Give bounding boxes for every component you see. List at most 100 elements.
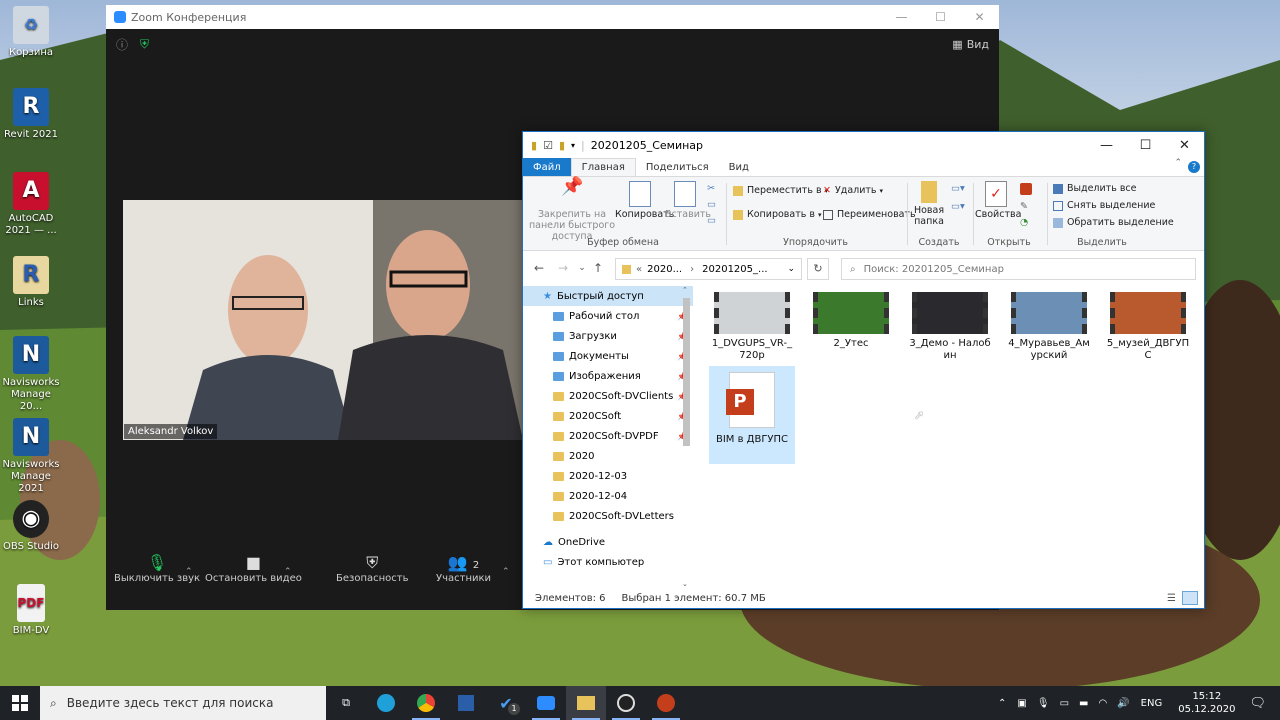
desktop-icon-navisworks-2[interactable]: N Navisworks Manage 2021: [2, 418, 60, 495]
breadcrumb-item[interactable]: 2020...: [647, 264, 682, 275]
rename-button[interactable]: Переименовать: [823, 209, 916, 220]
video-options-chevron-icon[interactable]: ⌃: [284, 567, 292, 577]
properties-button[interactable]: ✓ Свойства: [975, 181, 1021, 220]
paste-button[interactable]: Вставить: [665, 181, 711, 220]
minimize-button[interactable]: —: [882, 5, 921, 29]
desktop-icon-links[interactable]: R Links: [2, 256, 60, 309]
explorer-close-button[interactable]: ✕: [1165, 132, 1204, 158]
show-hidden-icons-icon[interactable]: ⌃: [998, 698, 1006, 709]
copy-button[interactable]: Копировать: [615, 181, 674, 220]
up-arrow-icon[interactable]: ↑: [589, 261, 607, 275]
desktop-icon-obs[interactable]: ◉ OBS Studio: [2, 500, 60, 553]
large-icons-view-icon[interactable]: [1182, 591, 1198, 605]
nav-item[interactable]: 2020CSoft-DVLetters: [523, 506, 693, 526]
desktop-icon-navisworks-1[interactable]: N Navisworks Manage 20...: [2, 336, 60, 413]
battery-icon[interactable]: ▬: [1079, 698, 1088, 709]
close-button[interactable]: ✕: [960, 5, 999, 29]
security-button[interactable]: ⛨ Безопасность: [336, 553, 409, 584]
tab-share[interactable]: Поделиться: [636, 158, 719, 176]
tab-view[interactable]: Вид: [719, 158, 759, 176]
desktop-icon-revit[interactable]: R Revit 2021: [2, 88, 60, 141]
explorer-minimize-button[interactable]: —: [1087, 132, 1126, 158]
participants-options-chevron-icon[interactable]: ⌃: [502, 567, 510, 577]
new-item-icon[interactable]: ▭▾: [951, 183, 965, 194]
forward-arrow-icon[interactable]: →: [551, 261, 575, 275]
todo-button[interactable]: ✔ 1: [486, 686, 526, 720]
file-item-video[interactable]: 5_музей_ДВГУПС: [1105, 286, 1191, 362]
tab-home[interactable]: Главная: [570, 158, 636, 176]
zoom-button[interactable]: [526, 686, 566, 720]
task-view-button[interactable]: ⧉: [326, 686, 366, 720]
refresh-button[interactable]: ↻: [807, 258, 829, 280]
explorer-maximize-button[interactable]: ☐: [1126, 132, 1165, 158]
nav-item[interactable]: 2020-12-04: [523, 486, 693, 506]
nav-item[interactable]: 2020: [523, 446, 693, 466]
open-with-powerpoint-icon[interactable]: [1020, 183, 1032, 195]
desktop-icon-bim-dv[interactable]: PDF BIM-DV: [2, 584, 60, 637]
notifications-icon[interactable]: 🗨: [1249, 696, 1266, 711]
paste-shortcut-icon[interactable]: ▭: [707, 215, 716, 226]
new-folder-button[interactable]: Новая папка: [911, 181, 947, 227]
language-indicator[interactable]: ENG: [1141, 698, 1163, 709]
participant-video[interactable]: Aleksandr Volkov: [123, 200, 523, 440]
properties-quick-icon[interactable]: ☑: [543, 139, 553, 152]
search-input[interactable]: ⌕ Поиск: 20201205_Семинар: [841, 258, 1196, 280]
audio-options-chevron-icon[interactable]: ⌃: [185, 567, 193, 577]
info-icon[interactable]: ⓘ: [116, 36, 128, 53]
easy-access-icon[interactable]: ▭▾: [951, 201, 965, 212]
tab-file[interactable]: Файл: [523, 158, 571, 176]
file-item-video[interactable]: 2_Утес: [808, 286, 894, 350]
powerpoint-button[interactable]: [646, 686, 686, 720]
pin-quick-access-button[interactable]: 📌 Закрепить на панели быстрого доступа: [527, 178, 617, 243]
nav-item[interactable]: ☁ OneDrive: [523, 532, 693, 552]
app-button[interactable]: [446, 686, 486, 720]
invert-selection-button[interactable]: Обратить выделение: [1053, 217, 1174, 228]
file-item-presentation[interactable]: P BIM в ДВГУПС: [709, 366, 795, 464]
cut-icon[interactable]: ✂: [707, 183, 715, 194]
chrome-button[interactable]: [406, 686, 446, 720]
display-icon[interactable]: ▭: [1060, 698, 1069, 709]
nav-item[interactable]: ★ Быстрый доступ: [523, 286, 693, 306]
file-item-video[interactable]: 1_DVGUPS_VR-_720p: [709, 286, 795, 362]
edit-icon[interactable]: ✎: [1020, 201, 1028, 212]
wifi-icon[interactable]: ◠: [1098, 698, 1107, 709]
desktop-icon-autocad[interactable]: A AutoCAD 2021 — ...: [2, 172, 60, 237]
obs-button[interactable]: [606, 686, 646, 720]
nav-item[interactable]: 2020-12-03: [523, 466, 693, 486]
quick-access-dropdown-icon[interactable]: ▾: [571, 141, 575, 150]
back-arrow-icon[interactable]: ←: [527, 261, 551, 275]
nav-item[interactable]: 2020CSoft-DVClients📌: [523, 386, 693, 406]
file-item-video[interactable]: 4_Муравьев_Амурский: [1006, 286, 1092, 362]
nav-scrollbar[interactable]: ⌃ ⌄: [682, 286, 692, 588]
taskbar-search-input[interactable]: ⌕ Введите здесь текст для поиска: [40, 686, 326, 720]
delete-button[interactable]: ✕ Удалить ▾: [823, 185, 883, 196]
shield-icon[interactable]: ⛨: [140, 37, 149, 52]
history-icon[interactable]: ◔: [1020, 217, 1028, 228]
clock[interactable]: 15:12 05.12.2020: [1178, 690, 1235, 716]
help-icon[interactable]: ?: [1188, 161, 1200, 173]
nav-item[interactable]: ▭ Этот компьютер: [523, 552, 693, 572]
copy-path-icon[interactable]: ▭: [707, 199, 716, 210]
select-all-button[interactable]: Выделить все: [1053, 183, 1137, 194]
move-to-button[interactable]: Переместить в ▾: [733, 185, 828, 196]
breadcrumb-item[interactable]: 20201205_...: [702, 264, 767, 275]
maximize-button[interactable]: ☐: [921, 5, 960, 29]
participants-button[interactable]: 👥 2 Участники: [436, 553, 491, 584]
explorer-button[interactable]: [566, 686, 606, 720]
select-none-button[interactable]: Снять выделение: [1053, 200, 1155, 211]
desktop-icon-recycle-bin[interactable]: ♻ Корзина: [2, 6, 60, 59]
edge-button[interactable]: [366, 686, 406, 720]
nav-item[interactable]: 2020CSoft-DVPDF📌: [523, 426, 693, 446]
nav-item[interactable]: 2020CSoft📌: [523, 406, 693, 426]
nav-item[interactable]: Документы📌: [523, 346, 693, 366]
new-folder-quick-icon[interactable]: ▮: [559, 139, 565, 152]
ribbon-collapse-icon[interactable]: ⌃: [1174, 158, 1188, 176]
breadcrumb-overflow[interactable]: «: [636, 264, 642, 275]
tray-app-icon[interactable]: ▣: [1017, 698, 1026, 709]
nav-item[interactable]: Изображения📌: [523, 366, 693, 386]
start-button[interactable]: [0, 686, 40, 720]
address-dropdown-icon[interactable]: ⌄: [787, 264, 795, 274]
view-button[interactable]: ▦ Вид: [952, 38, 989, 51]
nav-item[interactable]: Рабочий стол📌: [523, 306, 693, 326]
nav-item[interactable]: Загрузки📌: [523, 326, 693, 346]
